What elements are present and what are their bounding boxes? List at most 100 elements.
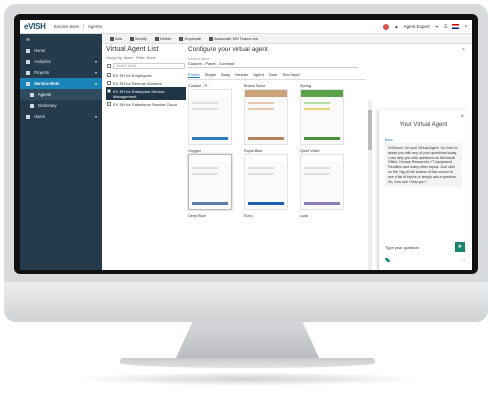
virtual-agent-preview: × Your Virtual Agent Boss Hi Boson, I'm … [378,110,468,270]
theme-card[interactable]: Oxygen [188,149,238,210]
select-all-checkbox[interactable] [107,63,111,68]
breadcrumb-service-bots[interactable]: Service Bots [50,24,84,29]
item-checkbox[interactable] [107,89,111,93]
list-item-label: EV SH for Enterprise Service Management [113,88,165,99]
theme-card[interactable]: Brown Sand [244,84,294,145]
sidebar-item-service-bots[interactable]: Service Bots ▴ [20,78,102,89]
add-button[interactable]: Add [110,36,122,41]
search-input[interactable]: Search items [113,63,185,69]
delete-label: Delete [159,36,172,41]
users-icon [26,114,30,119]
associate-label: Associate MS Teams bot [214,36,259,41]
theme-card[interactable]: Spring [300,84,350,145]
item-checkbox[interactable] [107,81,111,85]
item-checkbox[interactable] [107,102,111,106]
theme-card[interactable]: Custom - P... [188,84,238,145]
list-item[interactable]: EV SH for Employees [106,71,186,79]
user-name[interactable]: Agent Expert [404,24,430,29]
theme-card[interactable]: Deep Blue [188,214,238,218]
trash-icon [154,36,159,41]
duplicate-label: Duplicate [184,36,202,41]
app-logo[interactable]: eVISH [20,22,50,31]
topbar-right: ▲ Agent Expert ⇥ ☰ ? [383,23,472,30]
pencil-icon [130,36,135,41]
add-label: Add [115,36,123,41]
chevron-down-icon: ▾ [94,70,97,75]
logout-icon[interactable]: ⇥ [435,24,439,30]
theme-name: Oxygen [188,149,202,153]
menu-icon[interactable]: ☰ [443,24,447,30]
theme-name: Echo [244,214,253,218]
copy-icon [179,36,184,41]
sidebar-item-dictionary[interactable]: Dictionary [20,100,102,111]
list-item-label: EV SH for Employees [113,72,152,78]
list-item[interactable]: EV SH for Remote Workers [106,79,186,87]
list-item-label: EV SH for Remote Workers [113,80,162,86]
sidebar-item-users[interactable]: Users ▾ [20,111,102,122]
monitor-chin [4,282,488,322]
sidebar-item-label: Home [34,48,46,53]
sidebar-item-agents[interactable]: Agents [20,89,102,100]
sidebar-item-label: Analytics [34,59,51,64]
agent-icon [30,92,34,97]
tab-agent[interactable]: Agent [253,72,263,78]
link-icon [209,36,214,41]
tab-body[interactable]: Body [221,72,230,78]
sidebar-item-label: Projects [34,70,50,75]
tab-text-input[interactable]: Text Input [282,72,299,78]
theme-name-input[interactable]: Custom - Panel - Contrast [188,61,358,68]
modify-button[interactable]: Modify [130,36,147,41]
agent-footer: • • [385,258,465,262]
leaf-logo-icon [385,258,390,262]
theme-thumbnail-selected [188,154,232,210]
tab-preset[interactable]: Preset [188,72,200,78]
theme-card[interactable]: Quiet Violet [300,149,350,210]
scrollbar-thumb[interactable] [368,110,372,150]
sidebar-item-label: Users [34,114,45,119]
theme-grid: Custom - P... Brown Sand Spring Oxygen R… [188,84,366,218]
filter-dropdown[interactable]: Filter: None [136,56,156,60]
bot-icon [26,81,30,86]
delete-button[interactable]: Delete [154,36,172,41]
sidebar-item-analytics[interactable]: Analytics ▾ [20,56,102,67]
modify-label: Modify [135,36,147,41]
group-by-dropdown[interactable]: Group by: None [106,56,133,60]
tab-shape[interactable]: Shape [205,72,217,78]
notification-icon[interactable] [383,23,390,30]
theme-card[interactable]: Lush [300,214,350,218]
theme-thumbnail [300,89,344,145]
close-icon[interactable]: × [460,114,464,120]
duplicate-button[interactable]: Duplicate [179,36,201,41]
chevron-up-icon: ▴ [94,81,97,86]
top-bar: eVISH Service Bots Agents ▲ Agent Expert… [20,20,472,34]
theme-card[interactable]: Royal Blue [244,149,294,210]
dots-icon: • • [461,258,465,262]
configure-panel: Configure your virtual agent Name of the… [188,46,366,270]
select-all-row[interactable]: Search items [106,63,186,71]
question-input[interactable]: Type your question [385,245,419,250]
list-item[interactable]: EV SH for Salesforce Service Cloud [106,100,186,108]
sidebar-item-label: Dictionary [38,103,57,108]
toolbar: Add Modify Delete Duplicate Associate MS… [102,34,472,44]
panel-close-icon[interactable]: × [462,47,465,53]
sidebar-item-projects[interactable]: Projects ▾ [20,67,102,78]
list-item-selected[interactable]: EV SH for Enterprise Service Management [106,87,186,100]
theme-card[interactable]: Echo [244,214,294,218]
theme-name: Deep Blue [188,214,206,218]
tab-user[interactable]: User [269,72,277,78]
sidebar-item-home[interactable]: Home [20,45,102,56]
item-checkbox[interactable] [107,73,111,77]
book-icon [30,103,34,108]
sidebar-menu-toggle[interactable]: ☰ [20,34,102,45]
help-icon[interactable]: ? [464,24,467,29]
tab-header[interactable]: Header [235,72,248,78]
send-button[interactable]: ➤ [455,242,465,252]
breadcrumb-agents: Agents [87,24,102,29]
theme-scrollbar[interactable] [368,100,372,270]
language-flag-icon[interactable] [452,24,460,29]
associate-button[interactable]: Associate MS Teams bot [209,36,258,41]
question-input-row: Type your question ➤ [385,242,465,252]
theme-name: Quiet Violet [300,149,320,153]
folder-icon [26,70,30,75]
monitor-stand-neck [175,322,320,360]
